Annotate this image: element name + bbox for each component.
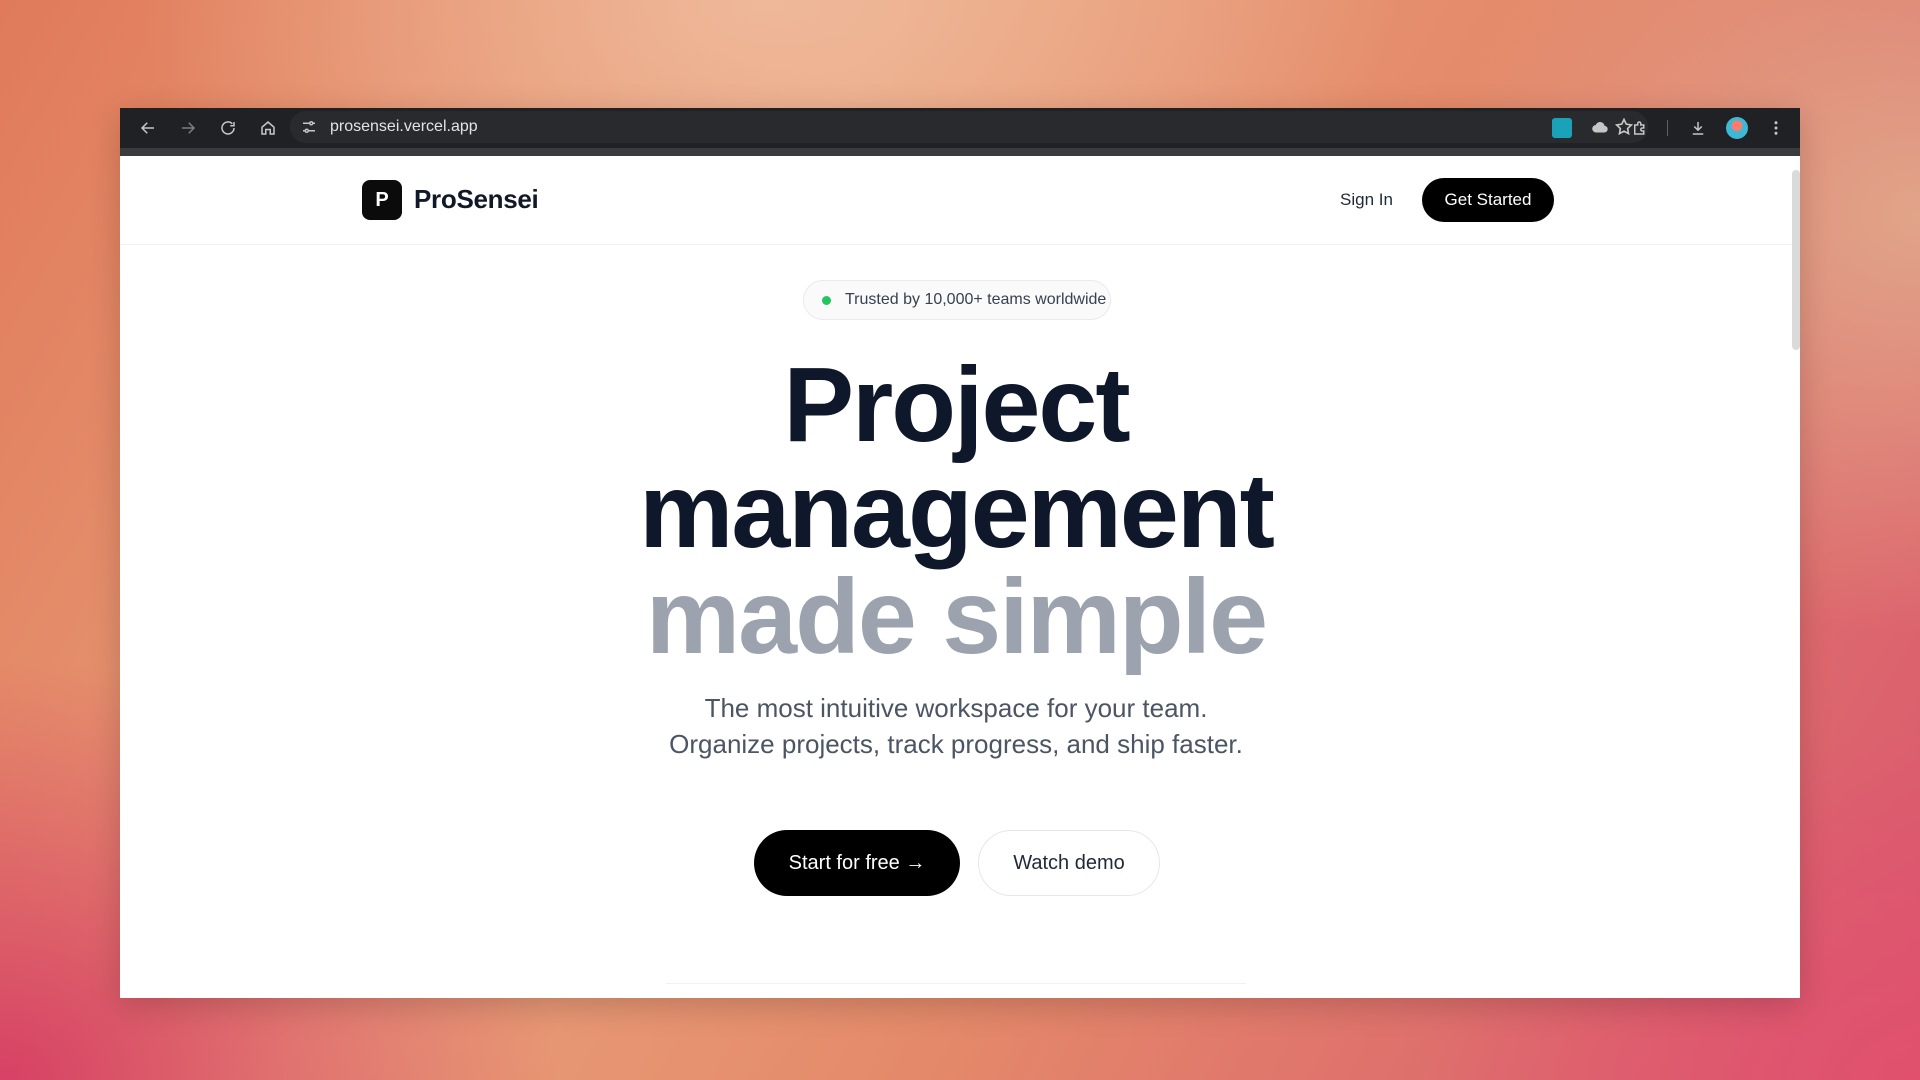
cloud-icon[interactable] bbox=[1588, 116, 1612, 140]
toolbar-divider bbox=[1667, 120, 1668, 136]
reload-icon[interactable] bbox=[216, 116, 240, 140]
back-arrow-icon[interactable] bbox=[136, 116, 160, 140]
puzzle-icon[interactable] bbox=[1628, 116, 1652, 140]
browser-toolbar: prosensei.vercel.app bbox=[120, 108, 1800, 149]
desktop-background: { "browser": { "url": "prosensei.vercel.… bbox=[0, 0, 1920, 1080]
home-icon[interactable] bbox=[256, 116, 280, 140]
watch-demo-button[interactable]: Watch demo bbox=[978, 830, 1160, 896]
site-settings-icon[interactable] bbox=[300, 118, 318, 136]
browser-window: prosensei.vercel.app P ProSensei Sign In… bbox=[120, 108, 1800, 998]
hero-title: Project management made simple bbox=[120, 352, 1792, 670]
address-bar[interactable]: prosensei.vercel.app bbox=[290, 111, 1648, 143]
site-navbar: P ProSensei Sign In Get Started bbox=[120, 156, 1792, 245]
hero-title-line3: made simple bbox=[645, 558, 1268, 676]
logo-icon[interactable]: P bbox=[362, 180, 402, 220]
web-page: P ProSensei Sign In Get Started Trusted … bbox=[120, 156, 1792, 998]
hero-title-line1: Project bbox=[783, 346, 1130, 464]
kebab-menu-icon[interactable] bbox=[1764, 116, 1788, 140]
extension-icon[interactable] bbox=[1552, 118, 1572, 138]
download-icon[interactable] bbox=[1686, 116, 1710, 140]
trust-badge-text: Trusted by 10,000+ teams worldwide bbox=[845, 291, 1107, 308]
url-text[interactable]: prosensei.vercel.app bbox=[330, 118, 478, 136]
brand-name[interactable]: ProSensei bbox=[414, 184, 539, 215]
status-dot-icon bbox=[822, 295, 831, 305]
toolbar-bottom-strip bbox=[120, 148, 1800, 156]
profile-avatar[interactable] bbox=[1726, 117, 1748, 139]
get-started-button[interactable]: Get Started bbox=[1422, 178, 1554, 222]
start-for-free-button[interactable]: Start for free → bbox=[754, 830, 960, 896]
hero-title-line2: management bbox=[639, 452, 1275, 570]
trust-badge: Trusted by 10,000+ teams worldwide bbox=[803, 280, 1111, 320]
hero-subtitle: The most intuitive workspace for your te… bbox=[669, 693, 1243, 759]
forward-arrow-icon[interactable] bbox=[176, 116, 200, 140]
page-scrollbar[interactable] bbox=[1792, 170, 1800, 350]
sign-in-link[interactable]: Sign In bbox=[1340, 190, 1393, 210]
section-divider bbox=[666, 983, 1246, 984]
